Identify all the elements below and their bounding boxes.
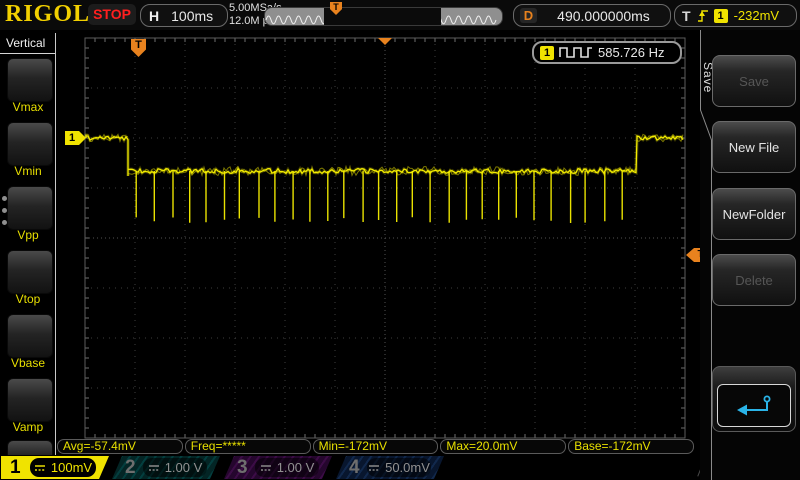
page-indicator-dot (2, 196, 7, 201)
softkey-menu: Save Save New File NewFolder Delete (700, 30, 800, 480)
oscilloscope-screen: RIGOL STOP H 100ms 5.00MSa/s 12.0M pts T… (0, 0, 800, 480)
delay-center-marker (378, 38, 392, 45)
channel-2-number: 2 (125, 457, 136, 478)
ch1-marker-arrow (79, 131, 86, 145)
trigger-level-value: -232mV (733, 8, 780, 23)
delay-label: D (520, 8, 537, 23)
left-measure-menu: Vertical Vmax Vmin Vpp Vtop Vbase Vamp (0, 30, 56, 456)
measurement-freq[interactable]: Freq=***** (184, 439, 311, 454)
channel-2-status[interactable]: 2 1.00 V (112, 456, 220, 479)
vamp-button[interactable] (7, 378, 53, 422)
vpp-button[interactable] (7, 186, 53, 230)
freq-counter-channel-badge: 1 (540, 45, 554, 60)
channel-3-scale-value: 1.00 V (276, 460, 315, 475)
softkey-back[interactable] (712, 366, 796, 432)
rigol-logo: RIGOL (5, 1, 91, 27)
vpp-label: Vpp (17, 228, 39, 242)
squarewave-icon (559, 47, 592, 58)
measurement-min[interactable]: Min=-172mV (312, 439, 439, 454)
channel-4-status[interactable]: 4 50.0mV (336, 456, 444, 479)
softkey-new-folder[interactable]: NewFolder (712, 188, 796, 240)
channel-1-status[interactable]: 1 100mV (1, 456, 109, 479)
timebase-value: 100ms (171, 7, 214, 24)
softkey-save[interactable]: Save (712, 55, 796, 107)
dc-coupling-icon (34, 464, 46, 472)
dc-coupling-icon (148, 464, 160, 472)
memory-position-bar (264, 7, 503, 26)
softkey-new-file[interactable]: New File (712, 121, 796, 173)
trigger-status[interactable]: T 1 -232mV (674, 4, 797, 27)
ch1-waveform (84, 133, 685, 223)
page-indicator-dot (2, 208, 7, 213)
vmax-button[interactable] (7, 58, 53, 102)
trigger-delay[interactable]: D 490.000000ms (513, 4, 671, 27)
channel-4-scale-value: 50.0mV (385, 460, 430, 475)
rising-edge-icon (697, 9, 708, 22)
measurement-bar: Avg=-57.4mV Freq=***** Min=-172mV Max=20… (57, 439, 694, 454)
left-menu-title: Vertical (0, 33, 55, 54)
vmax-label: Vmax (12, 100, 44, 114)
freq-counter-value: 585.726 Hz (598, 45, 665, 60)
channel-4-number: 4 (349, 457, 360, 478)
channel-2-scale-value: 1.00 V (164, 460, 203, 475)
ch1-marker-badge: 1 (65, 131, 79, 145)
display-area: T 1 T 1 585.726 Hz Avg=-57.4mV Freq=****… (55, 30, 707, 455)
channel-1-number: 1 (10, 457, 21, 478)
back-key-face (717, 384, 791, 427)
channel-1-scale-value: 100mV (50, 460, 93, 475)
channel-3-number: 3 (237, 457, 248, 478)
horizontal-timebase[interactable]: H 100ms (140, 4, 228, 27)
trigger-label: T (682, 7, 691, 24)
measurement-avg[interactable]: Avg=-57.4mV (57, 439, 183, 454)
measurement-base[interactable]: Base=-172mV (568, 439, 694, 454)
vamp-label: Vamp (12, 420, 44, 434)
measurement-max[interactable]: Max=20.0mV (440, 439, 567, 454)
return-arrow-icon (737, 395, 771, 415)
channel-2-scale: 1.00 V (143, 458, 207, 477)
vtop-label: Vtop (15, 292, 41, 306)
vtop-button[interactable] (7, 250, 53, 294)
channel-3-scale: 1.00 V (255, 458, 319, 477)
top-status-bar: RIGOL STOP H 100ms 5.00MSa/s 12.0M pts T… (0, 0, 800, 30)
channel-3-status[interactable]: 3 1.00 V (224, 456, 332, 479)
vmin-label: Vmin (14, 164, 42, 178)
softkey-delete[interactable]: Delete (712, 254, 796, 306)
trigger-source-badge: 1 (713, 8, 728, 23)
vbase-button[interactable] (7, 314, 53, 358)
delay-value: 490.000000ms (557, 7, 650, 24)
channel-1-scale: 100mV (30, 458, 96, 477)
vbase-label: Vbase (10, 356, 46, 370)
channel-status-bar: 1 100mV 2 1.00 V 3 1.00 V 4 50.0mV (0, 455, 800, 480)
run-stop-status[interactable]: STOP (88, 4, 136, 25)
dc-coupling-icon (260, 464, 272, 472)
page-indicator-dot (2, 220, 7, 225)
memory-window (324, 8, 441, 25)
frequency-counter: 1 585.726 Hz (532, 41, 682, 64)
timebase-label: H (149, 7, 160, 24)
channel-4-scale: 50.0mV (367, 458, 431, 477)
trigger-marker-arrow (686, 248, 694, 262)
next-item-partial[interactable] (7, 440, 53, 456)
vmin-button[interactable] (7, 122, 53, 166)
dc-coupling-icon (368, 464, 380, 472)
